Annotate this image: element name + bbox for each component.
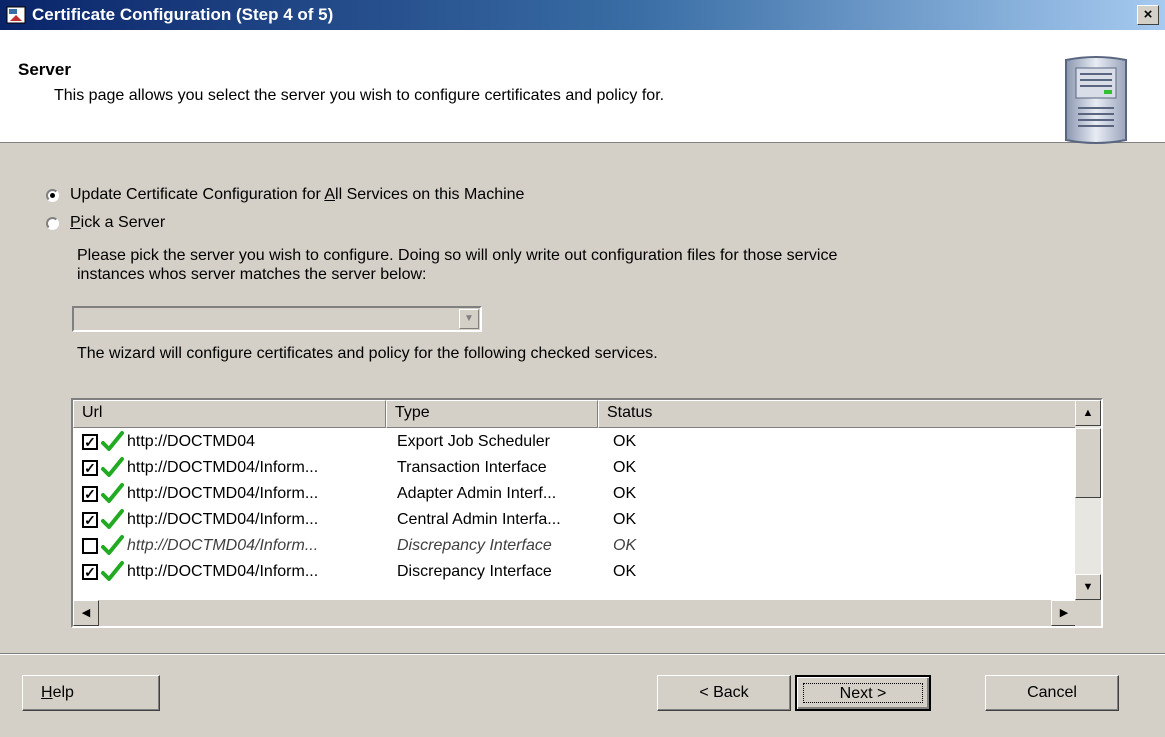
row-checkbox[interactable]: ✓ [82,460,98,476]
radio-all-services-label: Update Certificate Configuration for All… [70,186,525,203]
row-status: OK [613,485,637,502]
list-rows: ✓ http://DOCTMD04 Export Job Scheduler OK ✓ h… [73,430,1077,600]
row-url: http://DOCTMD04/Inform... [127,511,319,528]
close-icon: × [1143,6,1153,23]
row-url: http://DOCTMD04/Inform... [127,563,319,580]
table-row[interactable]: ✓ http://DOCTMD04/Inform... Transaction In… [73,456,1077,482]
table-row[interactable]: ✓ http://DOCTMD04/Inform... Adapter Admin … [73,482,1077,508]
next-button[interactable]: Next > [795,675,931,711]
row-checkbox[interactable]: ✓ [82,564,98,580]
footer-separator [0,653,1165,655]
radio-all-services[interactable]: Update Certificate Configuration for All… [46,186,524,204]
row-type: Adapter Admin Interf... [397,485,557,502]
cancel-button[interactable]: Cancel [985,675,1119,711]
server-icon [1065,56,1127,144]
row-status: OK [613,563,637,580]
server-combo[interactable]: ▼ [72,306,482,332]
title-bar[interactable]: Certificate Configuration (Step 4 of 5) … [0,0,1165,30]
table-row[interactable]: http://DOCTMD04/Inform... Discrepancy Int… [73,534,1077,560]
column-type[interactable]: Type [386,400,598,428]
list-header: Url Type Status [73,400,1077,428]
page-description: This page allows you select the server y… [54,87,665,104]
radio-pick-server[interactable]: Pick a Server [46,214,165,232]
window-title: Certificate Configuration (Step 4 of 5) [32,5,334,24]
checked-services-note: The wizard will configure certificates a… [77,345,658,362]
checkmark-icon [101,561,124,581]
scroll-left-icon[interactable]: ◀ [73,600,99,626]
row-status: OK [613,511,637,528]
row-type: Discrepancy Interface [397,537,552,554]
checkmark-icon [101,535,124,555]
column-status[interactable]: Status [598,400,1077,428]
row-status: OK [613,459,637,476]
row-url: http://DOCTMD04 [127,433,256,450]
row-url: http://DOCTMD04/Inform... [127,459,319,476]
scroll-corner [1075,600,1101,626]
scroll-thumb[interactable] [1075,428,1101,498]
row-checkbox[interactable]: ✓ [82,512,98,528]
row-type: Central Admin Interfa... [397,511,561,528]
back-button[interactable]: < Back [657,675,791,711]
radio-pick-server-label: Pick a Server [70,214,166,231]
scroll-down-icon[interactable]: ▼ [1075,574,1101,600]
column-url[interactable]: Url [73,400,386,428]
row-checkbox[interactable]: ✓ [82,434,98,450]
row-type: Export Job Scheduler [397,433,550,450]
table-row[interactable]: ✓ http://DOCTMD04/Inform... Discrepancy In… [73,560,1077,586]
wizard-header: Server This page allows you select the s… [0,30,1165,144]
row-type: Transaction Interface [397,459,547,476]
table-row[interactable]: ✓ http://DOCTMD04/Inform... Central Admin … [73,508,1077,534]
scroll-right-icon[interactable]: ▶ [1051,600,1077,626]
page-title: Server [18,60,71,79]
wizard-window: Certificate Configuration (Step 4 of 5) … [0,0,1165,737]
chevron-down-icon[interactable]: ▼ [459,309,479,329]
app-icon [6,6,26,24]
pick-server-help: Please pick the server you wish to confi… [77,247,838,283]
scroll-up-icon[interactable]: ▲ [1075,400,1101,426]
row-url: http://DOCTMD04/Inform... [127,485,319,502]
checkmark-icon [101,509,124,529]
services-list[interactable]: Url Type Status ✓ http://DOCTMD04 Export J… [71,398,1103,628]
row-status: OK [613,537,637,554]
checkmark-icon [101,457,124,477]
vertical-scrollbar[interactable]: ▲ ▼ [1075,400,1101,600]
row-checkbox[interactable] [82,538,98,554]
row-checkbox[interactable]: ✓ [82,486,98,502]
focus-ring [803,683,923,703]
row-url: http://DOCTMD04/Inform... [127,537,319,554]
row-status: OK [613,433,637,450]
row-type: Discrepancy Interface [397,563,552,580]
checkmark-icon [101,431,124,451]
horizontal-scrollbar[interactable]: ◀ ▶ [73,600,1077,626]
help-button[interactable]: Help [22,675,160,711]
table-row[interactable]: ✓ http://DOCTMD04 Export Job Scheduler OK [73,430,1077,456]
radio-pick-server-indicator[interactable] [46,216,59,230]
radio-all-services-indicator[interactable] [46,188,59,202]
close-button[interactable]: × [1137,5,1159,25]
checkmark-icon [101,483,124,503]
